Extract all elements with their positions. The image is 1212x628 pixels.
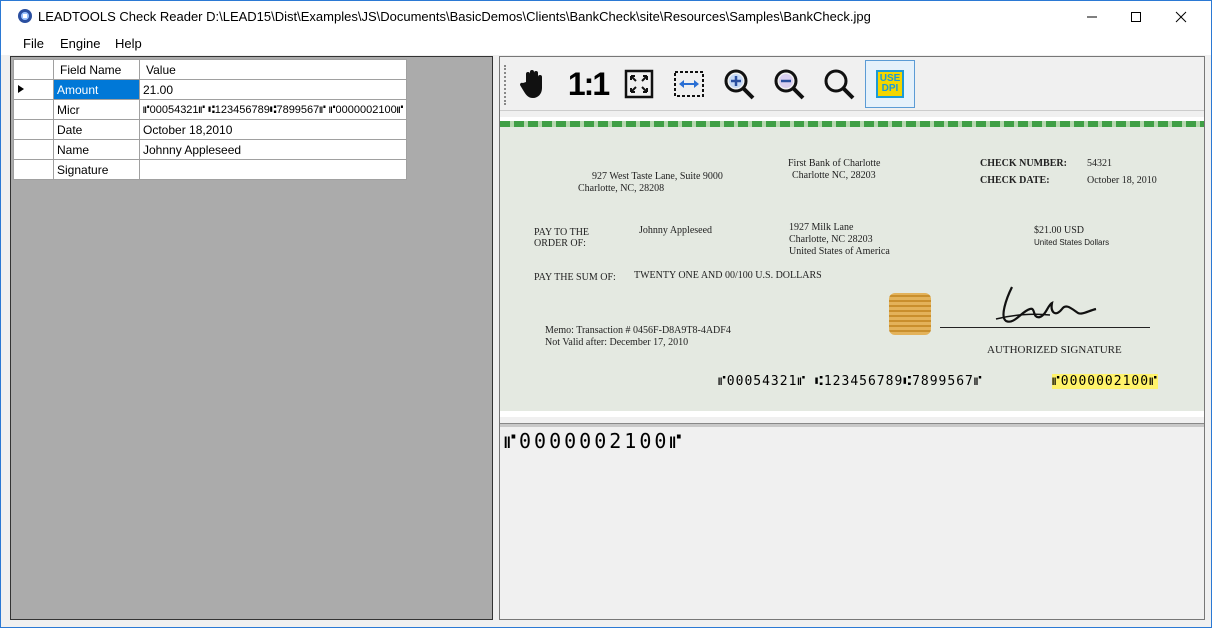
minimize-icon: [1087, 16, 1097, 17]
fit-page-icon: [624, 69, 654, 99]
micr-amount-highlight: ⑈0000002100⑈: [1052, 374, 1158, 389]
menu-help[interactable]: Help: [115, 36, 142, 51]
menu-file[interactable]: File: [23, 36, 44, 51]
use-dpi-icon: USE DPI: [876, 70, 904, 98]
maximize-icon: [1131, 11, 1141, 22]
fields-panel: Field Name Value Amount 21.00 Micr ⑈0005…: [10, 56, 493, 620]
table-row[interactable]: Name Johnny Appleseed: [13, 139, 408, 160]
payee-name: Johnny Appleseed: [639, 225, 713, 236]
title-bar: LEADTOOLS Check Reader D:\LEAD15\Dist\Ex…: [1, 1, 1211, 32]
check-image: 927 West Taste Lane, Suite 9000 Charlott…: [500, 121, 1204, 411]
field-name-cell[interactable]: Name: [53, 139, 140, 160]
fit-width-button[interactable]: [668, 63, 710, 105]
payer-address-line1: 927 West Taste Lane, Suite 9000: [592, 171, 723, 182]
window-title: LEADTOOLS Check Reader D:\LEAD15\Dist\Ex…: [38, 9, 871, 24]
fit-width-icon: [674, 71, 704, 97]
field-value-cell[interactable]: 21.00: [138, 79, 408, 100]
viewer-toolbar: 1:1 USE DPI: [500, 57, 1204, 111]
row-header[interactable]: [13, 119, 54, 140]
zoomed-micr-amount: ⑈0000002100⑈: [504, 429, 685, 453]
column-header-field-name[interactable]: Field Name: [53, 59, 140, 80]
check-number-value: 54321: [1087, 158, 1112, 169]
field-zoom-viewer[interactable]: ⑈0000002100⑈: [500, 427, 1204, 619]
memo-line1: Memo: Transaction # 0456F-D8A9T8-4ADF4: [545, 325, 731, 336]
pan-tool-button[interactable]: [512, 63, 554, 105]
bank-address: Charlotte NC, 28203: [792, 170, 876, 181]
check-date-label: CHECK DATE:: [980, 175, 1050, 186]
check-date-value: October 18, 2010: [1087, 175, 1157, 186]
signature-line: [940, 327, 1150, 328]
image-viewer-panel: 1:1 USE DPI 927 West Taste Lane, Suite 9…: [499, 56, 1205, 620]
row-header-current[interactable]: [13, 79, 54, 100]
app-icon: [17, 8, 33, 24]
zoom-out-button[interactable]: [768, 63, 810, 105]
close-button[interactable]: [1158, 1, 1204, 32]
payee-address-line1: 1927 Milk Lane: [789, 222, 854, 233]
fit-page-button[interactable]: [618, 63, 660, 105]
menu-bar: File Engine Help: [1, 32, 1211, 55]
authorized-signature-label: AUTHORIZED SIGNATURE: [987, 344, 1122, 356]
maximize-button[interactable]: [1113, 1, 1159, 32]
hand-icon: [519, 70, 542, 98]
row-header[interactable]: [13, 99, 54, 120]
table-row[interactable]: Signature: [13, 159, 408, 180]
pay-to-label-line1: PAY TO THE: [534, 227, 590, 238]
pay-sum-label: PAY THE SUM OF:: [534, 272, 616, 283]
check-number-label: CHECK NUMBER:: [980, 158, 1067, 169]
field-value-cell[interactable]: Johnny Appleseed: [138, 139, 408, 160]
micr-line: ⑈00054321⑈ ⑆123456789⑆7899567⑈: [718, 374, 983, 389]
signature-image: [995, 286, 1097, 323]
payee-address-line3: United States of America: [789, 246, 890, 257]
use-dpi-line2: DPI: [881, 83, 899, 94]
one-to-one-label: 1:1: [567, 65, 610, 102]
table-row[interactable]: Date October 18,2010: [13, 119, 408, 140]
payer-address-line2: Charlotte, NC, 28208: [578, 183, 665, 194]
grid-corner-cell: [13, 59, 54, 80]
field-name-cell[interactable]: Amount: [53, 79, 140, 100]
zoom-out-icon: [774, 69, 805, 100]
field-value-cell[interactable]: ⑈00054321⑈ ⑆123456789⑆7899567⑈ ⑈00000021…: [138, 99, 408, 120]
security-chip-icon: [889, 293, 931, 335]
grid-header-row: Field Name Value: [13, 59, 408, 80]
amount-currency: United States Dollars: [1034, 238, 1110, 247]
close-icon: [1175, 11, 1187, 22]
row-header[interactable]: [13, 139, 54, 160]
bank-name: First Bank of Charlotte: [788, 158, 881, 169]
zoom-in-icon: [724, 69, 755, 100]
check-top-band: [500, 121, 1204, 127]
zoom-in-button[interactable]: [718, 63, 760, 105]
payee-address-line2: Charlotte, NC 28203: [789, 234, 873, 245]
column-header-value[interactable]: Value: [138, 59, 408, 80]
check-image-viewer[interactable]: 927 West Taste Lane, Suite 9000 Charlott…: [500, 117, 1204, 417]
magnifier-icon: [824, 69, 855, 100]
current-row-arrow-icon: [18, 84, 24, 93]
menu-engine[interactable]: Engine: [60, 36, 100, 51]
memo-line2: Not Valid after: December 17, 2010: [545, 337, 689, 348]
table-row[interactable]: Micr ⑈00054321⑈ ⑆123456789⑆7899567⑈ ⑈000…: [13, 99, 408, 120]
pay-sum-words: TWENTY ONE AND 00/100 U.S. DOLLARS: [634, 270, 822, 281]
minimize-button[interactable]: [1069, 1, 1115, 32]
actual-size-button[interactable]: 1:1: [564, 63, 612, 105]
pay-to-label-line2: ORDER OF:: [534, 238, 586, 249]
field-value-cell[interactable]: [138, 159, 408, 180]
field-name-cell[interactable]: Date: [53, 119, 140, 140]
fields-grid[interactable]: Field Name Value Amount 21.00 Micr ⑈0005…: [13, 59, 408, 180]
use-dpi-button[interactable]: USE DPI: [865, 60, 915, 108]
table-row[interactable]: Amount 21.00: [13, 79, 408, 100]
field-value-cell[interactable]: October 18,2010: [138, 119, 408, 140]
field-name-cell[interactable]: Signature: [53, 159, 140, 180]
field-name-cell[interactable]: Micr: [53, 99, 140, 120]
amount-number: $21.00 USD: [1034, 225, 1085, 236]
app-window: LEADTOOLS Check Reader D:\LEAD15\Dist\Ex…: [0, 0, 1212, 628]
zoom-button[interactable]: [818, 63, 860, 105]
toolbar-grip[interactable]: [504, 65, 508, 105]
row-header[interactable]: [13, 159, 54, 180]
